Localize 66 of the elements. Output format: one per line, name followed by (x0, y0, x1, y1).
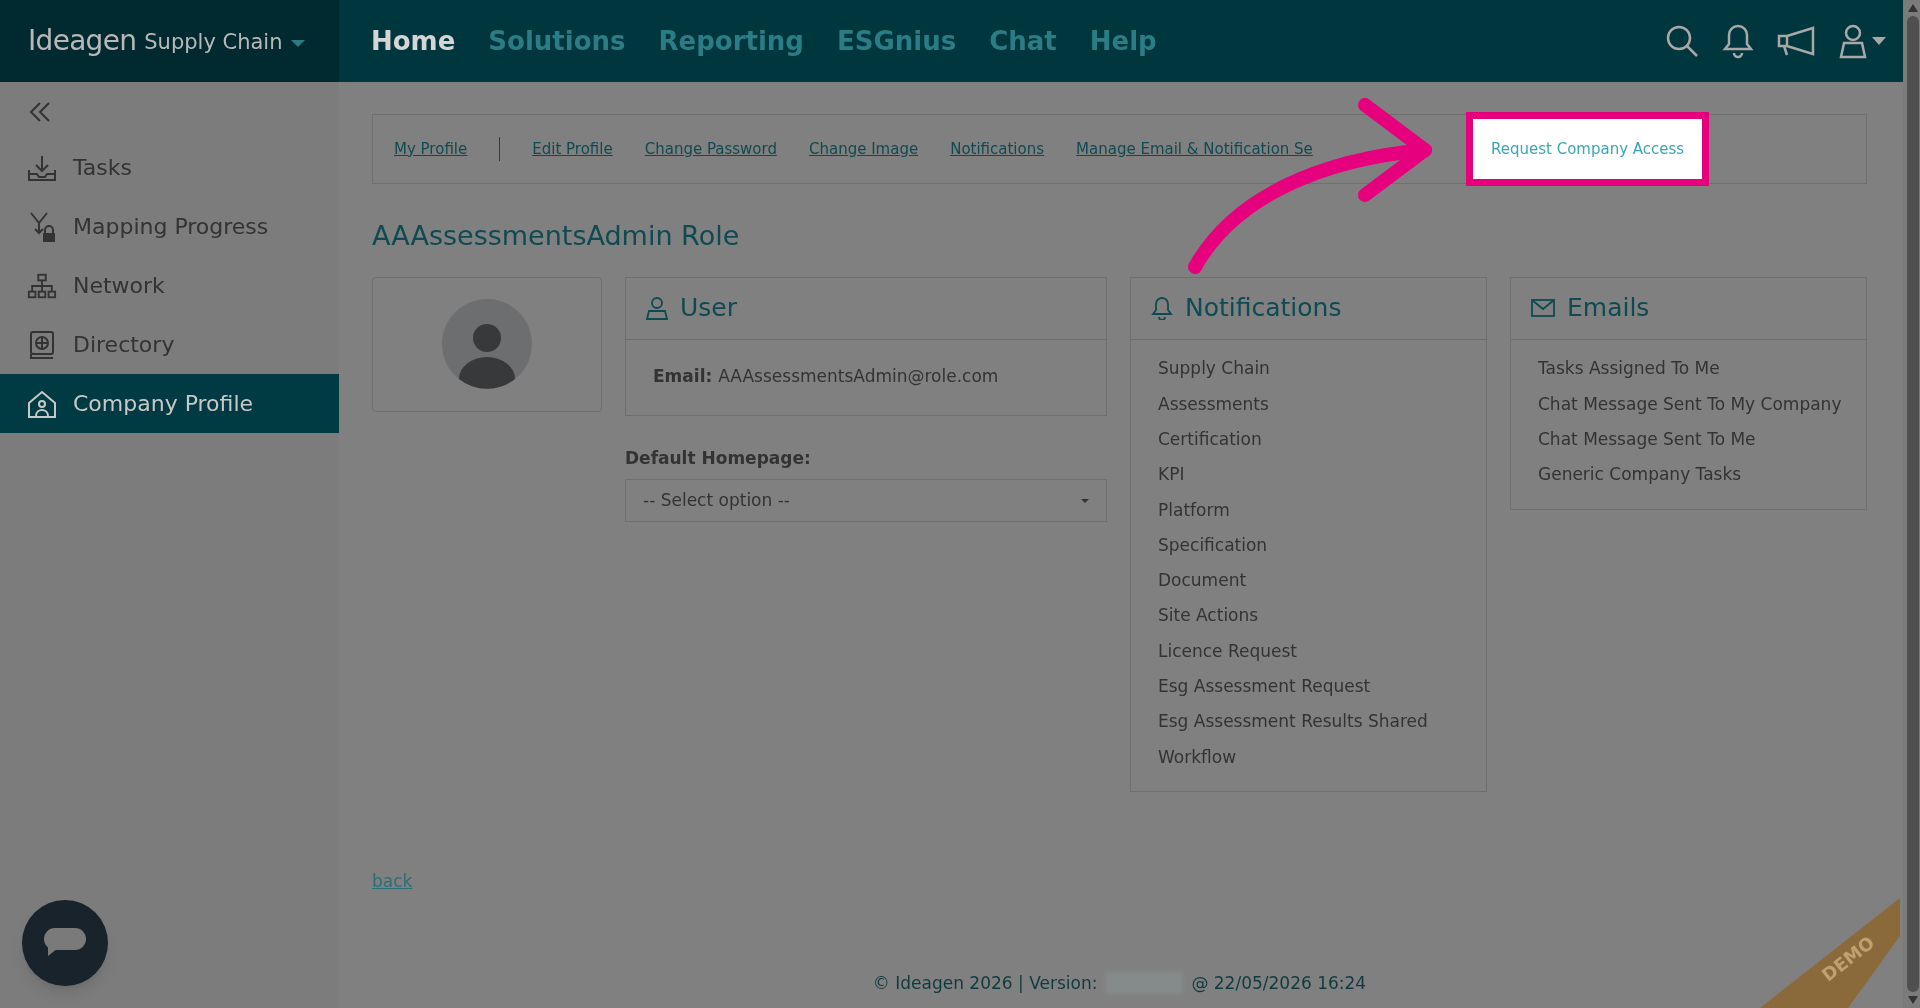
lock-arrows-icon (27, 210, 57, 243)
envelope-icon (1531, 299, 1555, 317)
caret-icon (1872, 37, 1886, 45)
email-setting-item: Chat Message Sent To My Company (1537, 392, 1843, 416)
back-link[interactable]: back (372, 869, 413, 895)
network-icon (27, 271, 57, 300)
notification-item: Supply Chain (1157, 357, 1271, 381)
caret-icon (1081, 498, 1089, 503)
nav-link[interactable]: Solutions (488, 21, 626, 61)
notification-item: Specification (1157, 533, 1269, 557)
bell-icon[interactable] (1722, 23, 1754, 59)
sidebar-item[interactable]: Directory (0, 315, 339, 374)
profile-tab[interactable]: Change Password (644, 137, 777, 161)
download-tray-icon (27, 153, 57, 182)
profile-tab[interactable]: My Profile (394, 137, 468, 161)
user-icon (646, 296, 668, 320)
footer-timestamp: @ 22/05/2026 16:24 (1191, 971, 1367, 995)
notification-item: Platform (1157, 498, 1231, 522)
sidebar-item[interactable]: Company Profile (0, 374, 339, 433)
email-label: Email: (653, 365, 713, 389)
bell-icon (1151, 296, 1173, 320)
email-value: AAAssessmentsAdmin@role.com (718, 365, 999, 389)
card-title: Notifications (1185, 292, 1342, 325)
profile-tab[interactable]: Request Company Access (1466, 112, 1710, 186)
scroll-up-icon[interactable] (1908, 4, 1918, 12)
nav-link[interactable]: Help (1089, 21, 1157, 61)
footer-copyright: © Ideagen 2026 | Version: (872, 971, 1098, 995)
notification-item: Esg Assessment Results Shared (1157, 710, 1429, 734)
email-setting-item: Tasks Assigned To Me (1537, 357, 1721, 381)
homepage-select[interactable]: -- Select option -- (625, 479, 1107, 522)
profile-tab[interactable]: Change Image (808, 137, 919, 161)
notification-item: Certification (1157, 428, 1263, 451)
notification-item: Document (1157, 569, 1248, 593)
scroll-down-icon[interactable] (1908, 996, 1918, 1004)
sidebar-item[interactable]: Mapping Progress (0, 197, 339, 256)
notification-item: Site Actions (1157, 604, 1260, 628)
megaphone-icon[interactable] (1776, 25, 1816, 57)
user-icon (1838, 23, 1868, 59)
notification-item: Workflow (1157, 745, 1238, 769)
profile-tab[interactable]: Notifications (950, 137, 1045, 161)
email-setting-item: Generic Company Tasks (1537, 463, 1743, 487)
notification-item: KPI (1157, 463, 1186, 487)
nav-link[interactable]: Reporting (658, 21, 804, 61)
field-label: Default Homepage: (625, 446, 812, 470)
card-title: Emails (1567, 292, 1650, 325)
globe-book-icon (28, 329, 56, 360)
email-setting-item: Chat Message Sent To Me (1537, 428, 1757, 451)
logo[interactable]: Ideagen (28, 20, 137, 62)
notification-item: Esg Assessment Request (1157, 675, 1372, 699)
profile-tab[interactable]: Edit Profile (532, 137, 613, 161)
caret-icon (290, 39, 305, 47)
house-person-icon (27, 388, 57, 419)
card-title: User (680, 292, 737, 325)
sidebar-item[interactable]: Tasks (0, 138, 339, 197)
nav-link[interactable]: ESGnius (837, 21, 957, 61)
notification-item: Licence Request (1157, 639, 1299, 663)
notification-item: Assessments (1157, 392, 1270, 416)
nav-link[interactable]: Home (371, 21, 456, 61)
sidebar-item[interactable]: Network (0, 256, 339, 315)
product-switcher[interactable]: Supply Chain (144, 27, 305, 59)
profile-tab[interactable]: Manage Email & Notification Se (1076, 137, 1313, 161)
search-icon[interactable] (1664, 23, 1700, 59)
nav-link[interactable]: Chat (989, 21, 1057, 61)
account-menu[interactable] (1838, 23, 1886, 59)
page-title: AAAssessmentsAdmin Role (372, 219, 741, 253)
scrollbar-thumb[interactable] (1907, 16, 1919, 992)
